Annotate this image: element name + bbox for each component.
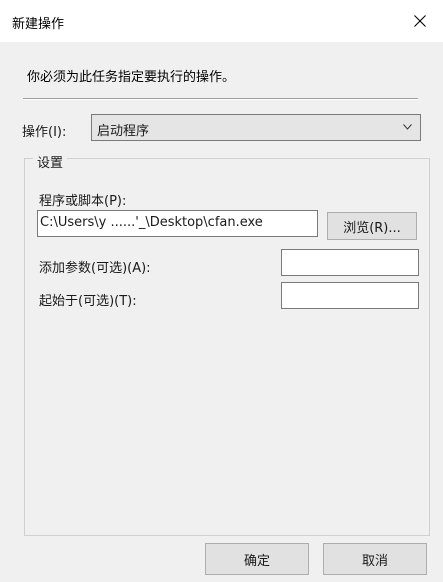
close-icon <box>414 15 426 27</box>
ok-button[interactable]: 确定 <box>205 543 309 575</box>
action-label: 操作(I): <box>22 125 67 140</box>
new-action-dialog: 新建操作 你必须为此任务指定要执行的操作。 操作(I): 启动程序 设置 程序或… <box>0 0 443 582</box>
args-input[interactable] <box>281 249 419 276</box>
title-bar: 新建操作 <box>0 0 443 42</box>
divider <box>23 98 418 100</box>
window-title: 新建操作 <box>12 17 65 32</box>
action-dropdown[interactable]: 启动程序 <box>91 114 421 141</box>
close-button[interactable] <box>397 0 443 42</box>
action-dropdown-value: 启动程序 <box>97 124 150 139</box>
args-label: 添加参数(可选)(A): <box>39 261 151 276</box>
start-in-input[interactable] <box>281 282 419 309</box>
chevron-down-icon <box>403 124 412 130</box>
instruction-text: 你必须为此任务指定要执行的操作。 <box>27 70 236 85</box>
start-in-label: 起始于(可选)(T): <box>39 294 137 309</box>
program-label: 程序或脚本(P): <box>39 194 127 209</box>
cancel-button[interactable]: 取消 <box>323 543 427 575</box>
settings-group-label: 设置 <box>33 152 68 171</box>
program-input[interactable]: C:\Users\y ......'_\Desktop\cfan.exe <box>37 210 318 237</box>
browse-button[interactable]: 浏览(R)... <box>327 212 417 240</box>
